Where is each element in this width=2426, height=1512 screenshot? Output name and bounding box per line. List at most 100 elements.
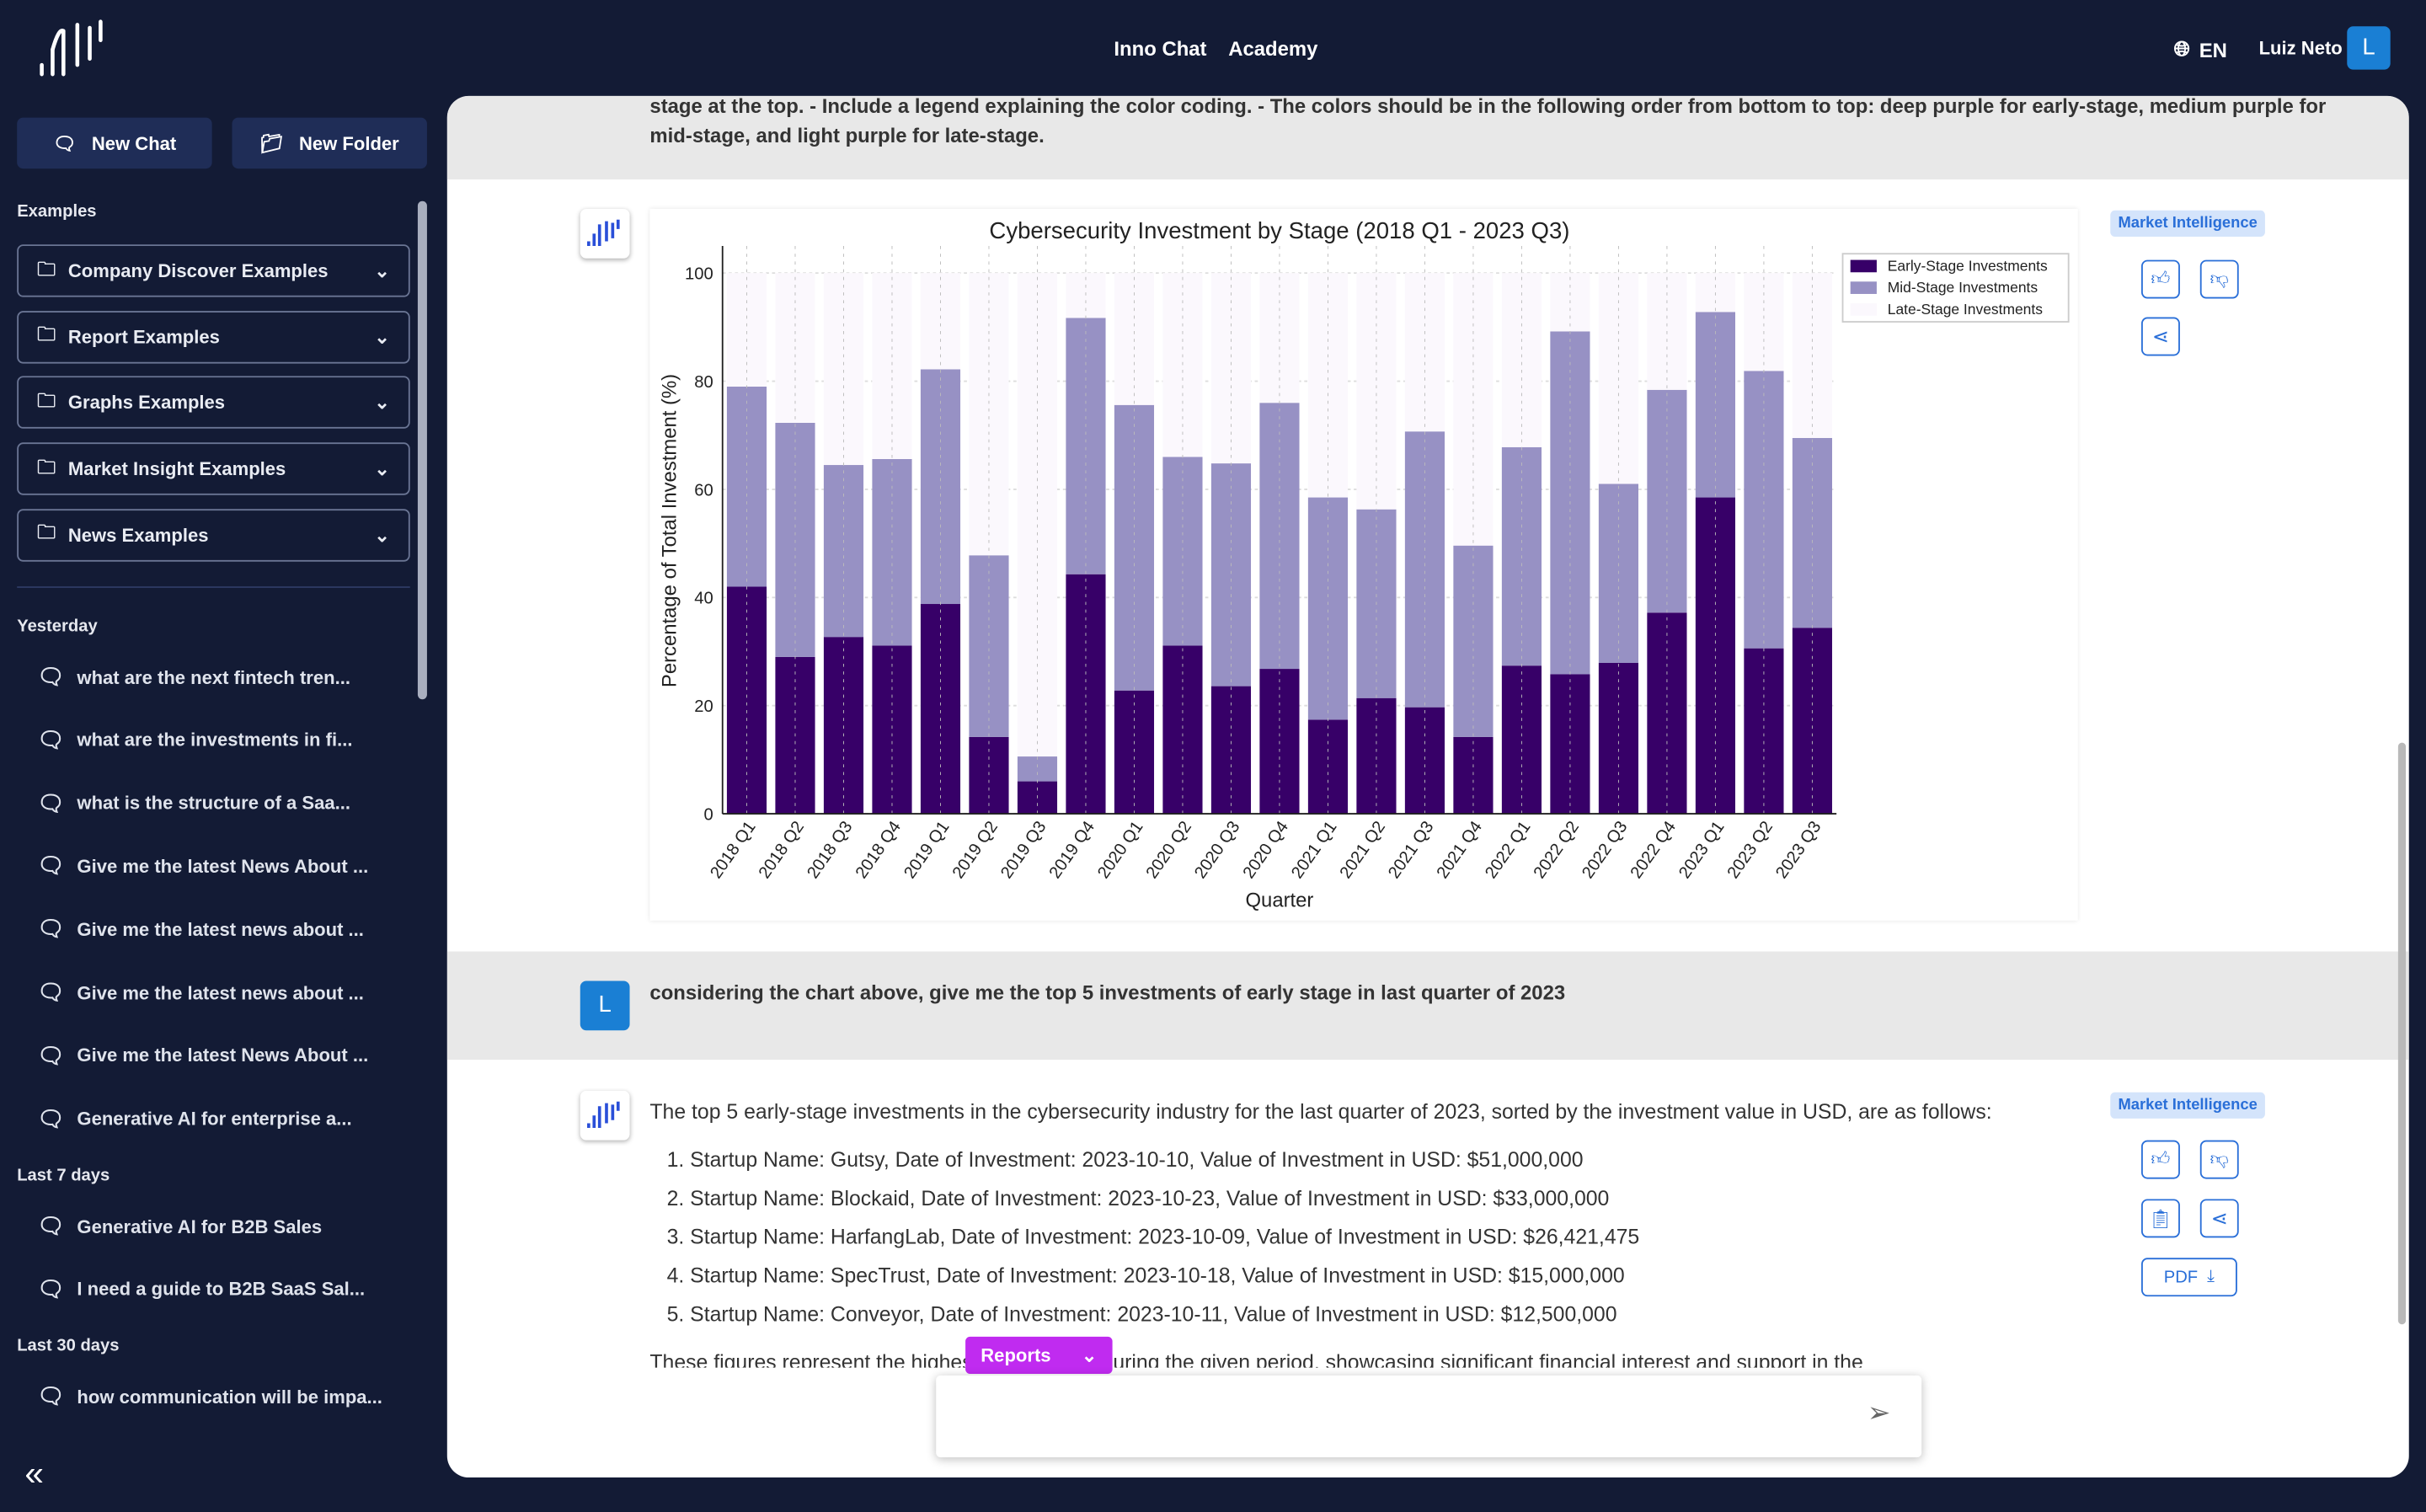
- thumbs-up-button[interactable]: 👍︎: [2140, 259, 2180, 299]
- user-avatar[interactable]: L: [2347, 26, 2391, 70]
- message-input[interactable]: ➢: [936, 1375, 1922, 1458]
- chat-bubble-icon: 🗨︎: [37, 916, 65, 942]
- chat-title: how communication will be impa...: [77, 1385, 382, 1408]
- copy-button[interactable]: 📋︎: [2140, 1199, 2180, 1238]
- chart-title: Cybersecurity Investment by Stage (2018 …: [989, 217, 1569, 243]
- bar-early: [1598, 662, 1639, 815]
- bar-early: [1453, 736, 1494, 815]
- bot-avatar: [580, 208, 630, 259]
- folder-dropdown[interactable]: 🗀 News Examples ⌄: [17, 508, 410, 562]
- bar-early: [823, 637, 864, 815]
- chat-title: Give me the latest News About ...: [77, 855, 369, 878]
- language-selector[interactable]: 🌐︎ EN: [2174, 37, 2227, 61]
- new-chat-button[interactable]: 🗨︎ New Chat: [17, 117, 212, 169]
- chevron-down-icon: ⌄: [374, 524, 390, 546]
- reports-dropdown[interactable]: Reports ⌄: [965, 1336, 1113, 1374]
- x-tick-label: 2020 Q1: [1094, 818, 1146, 882]
- collapse-sidebar-icon[interactable]: «: [24, 1454, 43, 1494]
- chat-title: Give me the latest news about ...: [77, 981, 364, 1004]
- y-tick-label: 100: [685, 264, 713, 283]
- chat-history-item[interactable]: 🗨︎ Generative AI for enterprise a...: [37, 1105, 352, 1131]
- chat-bubble-icon: 🗨︎: [37, 1105, 65, 1130]
- bar-late: [726, 273, 767, 387]
- chat-title: I need a guide to B2B SaaS Sal...: [77, 1278, 366, 1301]
- chat-history-item[interactable]: 🗨︎ Give me the latest news about ...: [37, 980, 364, 1006]
- history-group-label: Last 7 days: [17, 1166, 110, 1185]
- bar-late: [1017, 273, 1058, 757]
- chat-bubble-icon: 🗨︎: [37, 1383, 65, 1408]
- x-tick-label: 2021 Q1: [1288, 818, 1340, 882]
- chevron-down-icon: ⌄: [374, 392, 390, 414]
- chevron-down-icon: ⌄: [374, 259, 390, 282]
- send-icon[interactable]: ➢: [1868, 1397, 1891, 1430]
- share-button[interactable]: ⋖: [2140, 317, 2180, 356]
- chat-history-item[interactable]: 🗨︎ Give me the latest news about ...: [37, 916, 364, 943]
- x-tick-label: 2023 Q3: [1772, 818, 1825, 882]
- x-tick-label: 2019 Q1: [900, 818, 953, 882]
- sidebar-scrollbar[interactable]: [417, 200, 427, 700]
- bar-mid: [1017, 756, 1058, 782]
- chevron-down-icon: ⌄: [374, 457, 390, 480]
- chat-bubble-icon: 🗨︎: [37, 979, 65, 1005]
- y-tick-label: 60: [694, 481, 713, 500]
- pdf-download-button[interactable]: PDF ⤓: [2140, 1258, 2237, 1297]
- chat-history-item[interactable]: 🗨︎ how communication will be impa...: [37, 1383, 382, 1409]
- folder-icon: 🗀: [37, 323, 56, 345]
- bar-mid: [1307, 497, 1349, 720]
- chart-image: 0 20 40 60 80 100 2018 Q1 2018 Q2 2018 Q3 2018 Q4…: [649, 208, 2078, 921]
- folder-icon: 🗀: [37, 257, 56, 280]
- x-tick-label: 2018 Q2: [756, 818, 808, 882]
- x-tick-label: 2019 Q4: [1046, 818, 1098, 882]
- chat-history-item[interactable]: 🗨︎ what are the next fintech tren...: [37, 664, 350, 690]
- divider: [17, 586, 410, 588]
- new-folder-label: New Folder: [298, 132, 399, 154]
- main-scrollbar[interactable]: [2397, 742, 2407, 1325]
- bot-avatar: [580, 1090, 630, 1141]
- y-tick-label: 80: [694, 373, 713, 392]
- x-tick-label: 2022 Q2: [1531, 818, 1583, 882]
- folder-dropdown[interactable]: 🗀 Company Discover Examples ⌄: [17, 244, 410, 297]
- legend-swatch: [1850, 259, 1877, 273]
- thumbs-down-button[interactable]: 👎︎: [2199, 1140, 2239, 1179]
- chat-history-item[interactable]: 🗨︎ Generative AI for B2B Sales: [37, 1213, 322, 1239]
- nav-academy[interactable]: Academy: [1228, 37, 1317, 61]
- bar-early: [726, 586, 767, 815]
- thumbs-down-button[interactable]: 👎︎: [2199, 259, 2239, 299]
- chat-history-item[interactable]: 🗨︎ Give me the latest News About ...: [37, 1043, 368, 1069]
- folder-label: Graphs Examples: [67, 392, 226, 414]
- x-tick-label: 2020 Q2: [1143, 818, 1195, 882]
- user-question: considering the chart above, give me the…: [649, 980, 1566, 1005]
- y-tick-label: 40: [694, 590, 713, 608]
- bar-late: [1404, 273, 1445, 432]
- thumbs-up-icon: 👍︎: [2151, 267, 2171, 290]
- thumbs-up-button[interactable]: 👍︎: [2140, 1140, 2180, 1179]
- thumbs-down-icon: 👎︎: [2210, 1147, 2229, 1170]
- folder-dropdown[interactable]: 🗀 Graphs Examples ⌄: [17, 377, 410, 430]
- clipboard-icon: 📋︎: [2148, 1207, 2172, 1230]
- chat-history-item[interactable]: 🗨︎ I need a guide to B2B SaaS Sal...: [37, 1276, 365, 1302]
- stacked-bar-chart: 0 20 40 60 80 100 2018 Q12018 Q22018 Q32018 Q4…: [659, 217, 2070, 911]
- chat-bubble-icon: 🗨︎: [37, 852, 65, 879]
- market-intelligence-tag: Market Intelligence: [2110, 210, 2265, 238]
- history-group-label: Yesterday: [17, 617, 98, 636]
- user-name: Luiz Neto: [2258, 37, 2343, 59]
- new-folder-button[interactable]: 📁︎ New Folder: [232, 117, 427, 169]
- new-chat-icon: 🗨︎: [52, 132, 77, 154]
- chat-history-item[interactable]: 🗨︎ what is the structure of a Saa...: [37, 790, 350, 816]
- x-tick-label: 2020 Q4: [1240, 818, 1292, 882]
- folder-icon: 🗀: [37, 389, 56, 412]
- folder-dropdown[interactable]: 🗀 Market Insight Examples ⌄: [17, 442, 410, 495]
- user-message-avatar: L: [580, 980, 630, 1031]
- answer-list: Startup Name: Gutsy, Date of Investment:…: [690, 1141, 1991, 1334]
- chat-bubble-icon: 🗨︎: [37, 663, 65, 689]
- logo: [40, 19, 103, 77]
- bar-late: [969, 273, 1009, 556]
- folder-label: Market Insight Examples: [67, 457, 286, 480]
- folder-dropdown[interactable]: 🗀 Report Examples ⌄: [17, 310, 410, 364]
- market-intelligence-tag: Market Intelligence: [2110, 1092, 2265, 1119]
- chat-history-item[interactable]: 🗨︎ what are the investments in fi...: [37, 727, 352, 753]
- share-button[interactable]: ⋖: [2199, 1199, 2239, 1238]
- x-tick-label: 2021 Q3: [1385, 818, 1437, 882]
- chat-history-item[interactable]: 🗨︎ Give me the latest News About ...: [37, 853, 368, 879]
- nav-inno-chat[interactable]: Inno Chat: [1114, 37, 1206, 61]
